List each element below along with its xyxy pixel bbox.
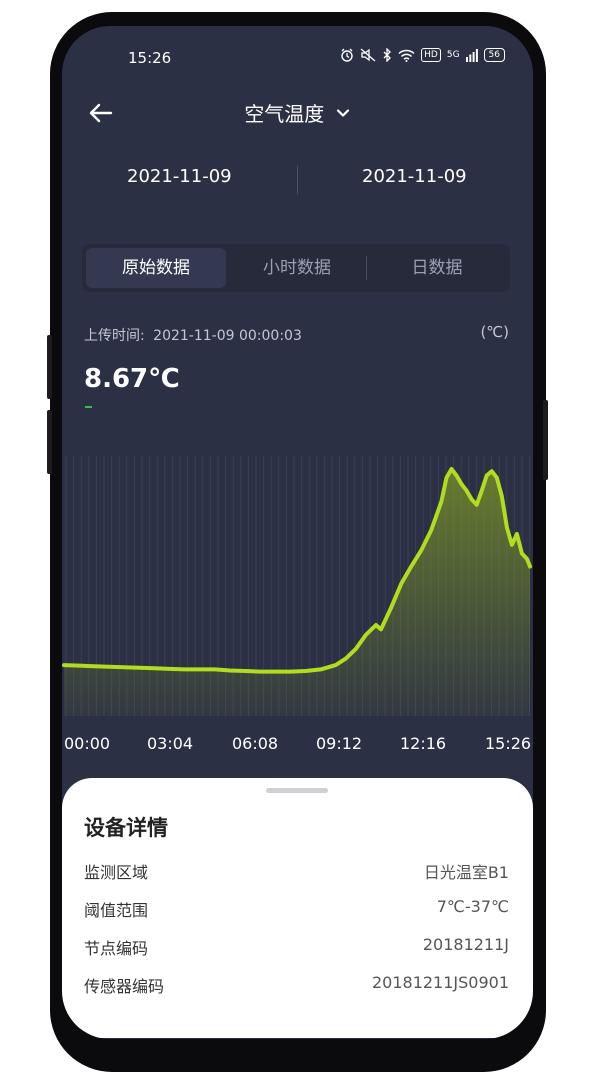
chart-area-fill bbox=[64, 469, 530, 716]
detail-row-node-code: 节点编码 20181211J bbox=[84, 935, 509, 959]
tab-raw-data[interactable]: 原始数据 bbox=[86, 248, 226, 288]
signal-icon bbox=[465, 48, 478, 62]
detail-value: 20181211J bbox=[422, 935, 509, 954]
phone-side-button bbox=[47, 335, 52, 399]
detail-row-sensor-code: 传感器编码 20181211JS0901 bbox=[84, 973, 509, 997]
x-tick-label: 12:16 bbox=[400, 734, 447, 753]
x-tick-label: 06:08 bbox=[232, 734, 279, 753]
current-temperature-value: 8.67℃ bbox=[84, 364, 180, 394]
x-tick-label: 15:26 bbox=[485, 734, 532, 753]
detail-value: 20181211JS0901 bbox=[371, 973, 509, 992]
x-tick-label: 00:00 bbox=[64, 734, 111, 753]
date-range: 2021-11-09 2021-11-09 bbox=[62, 166, 533, 196]
x-tick-label: 09:12 bbox=[316, 734, 363, 753]
detail-label: 传感器编码 bbox=[84, 977, 165, 996]
hd-badge: HD bbox=[421, 48, 441, 62]
app-screen: 15:26 HD 5G 56 空气温度 2021-11-09 2021-11-0… bbox=[62, 26, 533, 1039]
network-label: 5G bbox=[446, 49, 460, 60]
device-details-title: 设备详情 bbox=[84, 816, 168, 840]
detail-row-threshold: 阈值范围 7℃-37℃ bbox=[84, 897, 509, 921]
device-details-sheet: 设备详情 监测区域 日光温室B1 阈值范围 7℃-37℃ 节点编码 201812… bbox=[62, 778, 533, 1038]
detail-value: 7℃-37℃ bbox=[436, 897, 509, 916]
tab-separator bbox=[366, 256, 367, 280]
app-header: 空气温度 bbox=[62, 88, 533, 138]
battery-indicator: 56 bbox=[483, 48, 505, 62]
alarm-icon bbox=[341, 48, 353, 62]
sensor-type-selector[interactable]: 空气温度 bbox=[62, 98, 533, 127]
x-tick-label: 03:04 bbox=[147, 734, 194, 753]
unit-label: (℃) bbox=[480, 323, 509, 341]
bluetooth-icon bbox=[383, 48, 392, 62]
mute-icon bbox=[360, 48, 376, 62]
upload-time-value: 2021-11-09 00:00:03 bbox=[153, 328, 302, 344]
detail-label: 监测区域 bbox=[84, 863, 149, 882]
status-time: 15:26 bbox=[128, 49, 172, 67]
date-divider bbox=[297, 166, 298, 194]
upload-time-row: 上传时间: 2021-11-09 00:00:03 bbox=[84, 325, 302, 345]
detail-row-area: 监测区域 日光温室B1 bbox=[84, 859, 509, 883]
sheet-drag-handle[interactable] bbox=[266, 788, 328, 793]
end-date[interactable]: 2021-11-09 bbox=[362, 166, 467, 187]
chevron-down-icon bbox=[336, 108, 349, 117]
upload-time-label: 上传时间: bbox=[84, 328, 145, 344]
phone-power-button bbox=[543, 400, 548, 480]
wifi-icon bbox=[398, 49, 415, 62]
temperature-chart[interactable] bbox=[62, 456, 533, 726]
phone-side-button bbox=[47, 410, 52, 474]
detail-label: 阈值范围 bbox=[84, 901, 149, 920]
detail-value: 日光温室B1 bbox=[423, 863, 509, 882]
status-icons: HD 5G 56 bbox=[340, 48, 505, 62]
data-granularity-tabs: 原始数据 小时数据 日数据 bbox=[82, 244, 510, 292]
series-marker bbox=[85, 406, 92, 408]
tab-daily-data[interactable]: 日数据 bbox=[368, 248, 506, 288]
detail-label: 节点编码 bbox=[84, 939, 149, 958]
page-title: 空气温度 bbox=[244, 102, 325, 126]
status-bar: 15:26 HD 5G 56 bbox=[62, 26, 533, 88]
start-date[interactable]: 2021-11-09 bbox=[127, 166, 232, 187]
tab-hourly-data[interactable]: 小时数据 bbox=[230, 248, 364, 288]
